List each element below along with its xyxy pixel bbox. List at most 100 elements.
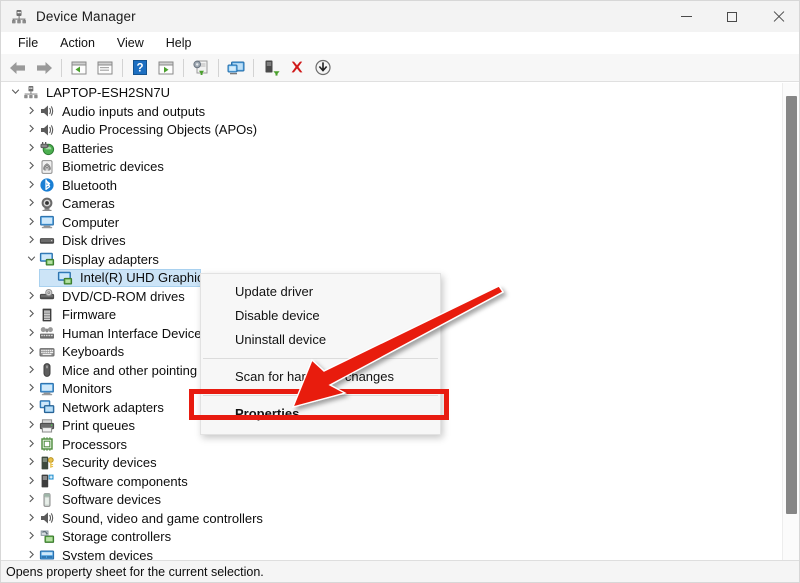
chevron-right-icon[interactable] [23,531,39,542]
disable-device-button[interactable] [310,56,336,80]
tree-item-label: Storage controllers [62,529,172,545]
chevron-right-icon[interactable] [23,494,39,505]
toolbar-separator [218,58,219,77]
context-menu-item-disable-device[interactable]: Disable device [201,304,440,328]
toolbar-separator [61,58,62,77]
tree-item-system-devices[interactable]: System devices [1,546,783,561]
chevron-right-icon[interactable] [23,365,39,376]
uninstall-device-button[interactable] [284,56,310,80]
tree-item-label: Firmware [62,307,117,323]
chevron-right-icon[interactable] [23,346,39,357]
scrollbar-thumb[interactable] [786,96,797,514]
display-adapter-icon [57,270,73,286]
chevron-down-icon[interactable] [7,87,23,98]
tree-item-security-devices[interactable]: Security devices [1,454,783,473]
tree-item-label: Human Interface Devices [62,325,208,341]
chevron-right-icon[interactable] [23,198,39,209]
chevron-right-icon[interactable] [23,217,39,228]
chevron-right-icon[interactable] [23,383,39,394]
context-menu-item-update-driver[interactable]: Update driver [201,280,440,304]
chevron-right-icon[interactable] [23,513,39,524]
monitor-icon [39,214,55,230]
chevron-right-icon[interactable] [23,420,39,431]
bluetooth-icon [39,177,55,193]
speaker-icon [39,122,55,138]
chevron-right-icon[interactable] [23,402,39,413]
tree-item-label: Sound, video and game controllers [62,510,263,526]
chevron-right-icon[interactable] [23,180,39,191]
tree-item-label: Computer [62,214,120,230]
chevron-right-icon[interactable] [23,143,39,154]
chevron-right-icon[interactable] [23,328,39,339]
tree-item-label: Audio Processing Objects (APOs) [62,122,258,138]
system-device-icon [39,547,55,561]
tree-item-batteries[interactable]: Batteries [1,139,783,158]
tree-scrollbar[interactable] [782,83,799,561]
context-menu[interactable]: Update driver Disable device Uninstall d… [200,273,441,435]
battery-icon [39,140,55,156]
tree-item-bluetooth[interactable]: Bluetooth [1,176,783,195]
tree-item-label: Audio inputs and outputs [62,103,206,119]
tree-item-label: Batteries [62,140,114,156]
tree-item-software-devices[interactable]: Software devices [1,491,783,510]
context-menu-item-scan-for-hardware-changes[interactable]: Scan for hardware changes [201,365,440,389]
tree-item-label: Software devices [62,492,161,508]
chevron-right-icon[interactable] [23,235,39,246]
tree-item-audio-inputs-and-outputs[interactable]: Audio inputs and outputs [1,102,783,121]
forward-arrow-icon [37,61,52,74]
chevron-right-icon[interactable] [23,476,39,487]
context-menu-item-uninstall-device[interactable]: Uninstall device [201,328,440,352]
tree-item-biometric-devices[interactable]: Biometric devices [1,158,783,177]
tree-item-label: Biometric devices [62,159,164,175]
security-device-icon [39,455,55,471]
monitor-icon [39,381,55,397]
tree-item-computer[interactable]: Computer [1,213,783,232]
tree-item-label: Display adapters [62,251,159,267]
enable-device-button[interactable] [258,56,284,80]
chevron-down-icon[interactable] [23,254,39,265]
chevron-right-icon[interactable] [23,106,39,117]
tree-item-display-adapters[interactable]: Display adapters [1,250,783,269]
toolbar-separator [253,58,254,77]
chevron-right-icon[interactable] [23,457,39,468]
menu-help[interactable]: Help [156,34,202,52]
show-hide-console-tree-button[interactable] [92,56,118,80]
menu-view[interactable]: View [107,34,154,52]
help-icon: ? [133,60,147,75]
help-button[interactable]: ? [127,56,153,80]
menu-file[interactable]: File [8,34,48,52]
tree-item-storage-controllers[interactable]: Storage controllers [1,528,783,547]
enable-device-icon [265,60,280,76]
tree-item-audio-processing-objects-apos[interactable]: Audio Processing Objects (APOs) [1,121,783,140]
window-title: Device Manager [36,9,136,24]
maximize-button[interactable] [709,1,755,32]
chevron-right-icon[interactable] [23,161,39,172]
chevron-right-icon[interactable] [23,124,39,135]
tree-item-cameras[interactable]: Cameras [1,195,783,214]
context-menu-item-properties[interactable]: Properties [201,402,440,426]
tree-item-sound-video-and-game-controllers[interactable]: Sound, video and game controllers [1,509,783,528]
back-button[interactable] [5,56,31,80]
context-menu-separator [203,358,438,359]
tree-item-disk-drives[interactable]: Disk drives [1,232,783,251]
toolbar-separator [183,58,184,77]
chevron-right-icon[interactable] [23,439,39,450]
menu-action[interactable]: Action [50,34,105,52]
properties-icon [158,61,174,74]
scan-hardware-changes-button[interactable] [223,56,249,80]
tree-item-processors[interactable]: Processors [1,435,783,454]
up-one-level-button[interactable] [66,56,92,80]
chevron-right-icon[interactable] [23,291,39,302]
tree-row-root[interactable]: LAPTOP-ESH2SN7U [1,83,783,102]
close-button[interactable] [755,1,799,32]
storage-controller-icon [39,529,55,545]
update-driver-button[interactable] [188,56,214,80]
minimize-button[interactable] [663,1,709,32]
forward-button[interactable] [31,56,57,80]
context-menu-separator [203,395,438,396]
fingerprint-icon [39,159,55,175]
speaker-icon [39,103,55,119]
properties-button[interactable] [153,56,179,80]
chevron-right-icon[interactable] [23,309,39,320]
tree-item-software-components[interactable]: Software components [1,472,783,491]
